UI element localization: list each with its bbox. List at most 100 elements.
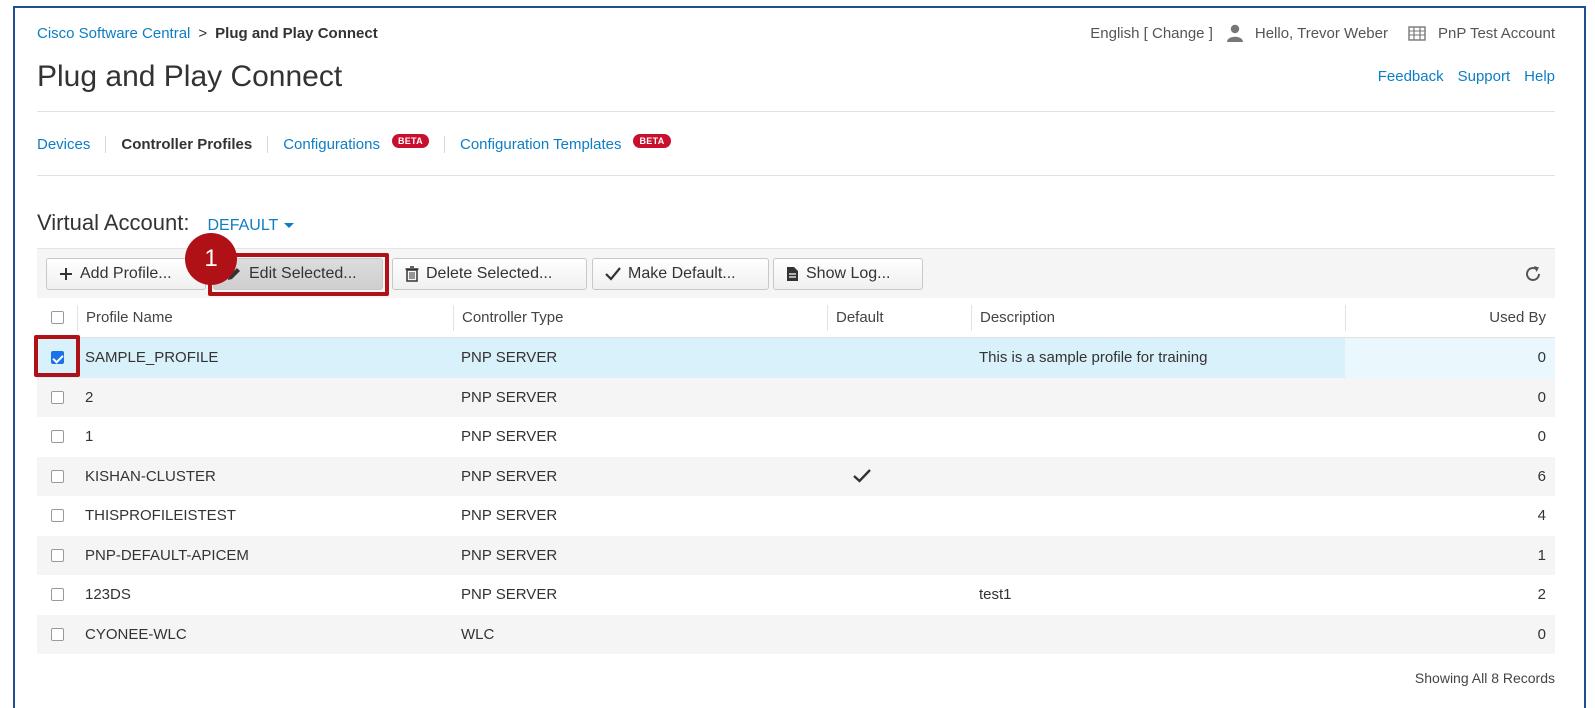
virtual-account: Virtual Account: DEFAULT	[37, 210, 295, 236]
tab-configurations[interactable]: Configurations BETA	[267, 133, 444, 153]
default-cell	[827, 457, 971, 497]
description-cell: This is a sample profile for training	[979, 349, 1208, 367]
profile-name-cell: CYONEE-WLC	[85, 625, 187, 643]
records-count: Showing All 8 Records	[1414, 670, 1555, 686]
default-cell	[827, 338, 971, 378]
row-checkbox[interactable]	[50, 430, 64, 444]
support-link[interactable]: Support	[1458, 68, 1511, 85]
column-header-description[interactable]: Description	[971, 304, 1345, 331]
profile-name-cell: KISHAN-CLUSTER	[85, 467, 216, 485]
controller-type-cell: PNP SERVER	[461, 586, 558, 604]
description-cell	[971, 457, 1345, 497]
tab-label: Devices	[37, 136, 91, 153]
feedback-link[interactable]: Feedback	[1378, 68, 1444, 85]
virtual-account-dropdown[interactable]: DEFAULT	[207, 217, 295, 235]
table-header: Profile Name Controller Type Default Des…	[37, 298, 1555, 338]
delete-selected-button[interactable]: Delete Selected...	[392, 258, 587, 290]
description-cell	[971, 615, 1345, 655]
tabs-divider	[37, 175, 1555, 176]
description-cell	[971, 378, 1345, 418]
table-row[interactable]: 1 PNP SERVER 0	[37, 417, 1555, 457]
default-cell	[827, 615, 971, 655]
default-cell	[827, 417, 971, 457]
user-greeting[interactable]: Hello, Trevor Weber	[1255, 25, 1388, 42]
table-body: SAMPLE_PROFILE PNP SERVER This is a samp…	[37, 338, 1555, 654]
controller-type-cell: PNP SERVER	[461, 388, 558, 406]
row-checkbox[interactable]	[50, 390, 64, 404]
add-profile-label: Add Profile...	[80, 265, 172, 282]
tab-label: Controller Profiles	[121, 136, 253, 153]
make-default-label: Make Default...	[628, 265, 736, 282]
make-default-button[interactable]: Make Default...	[592, 258, 769, 290]
checkbox-highlight-box	[34, 335, 80, 377]
add-profile-button[interactable]: Add Profile...	[46, 258, 206, 290]
profile-name-cell: 123DS	[85, 586, 131, 604]
show-log-label: Show Log...	[806, 265, 891, 282]
table-row[interactable]: 2 PNP SERVER 0	[37, 377, 1555, 418]
table-row[interactable]: KISHAN-CLUSTER PNP SERVER 6	[37, 456, 1555, 497]
refresh-icon[interactable]	[1523, 264, 1543, 284]
breadcrumb-separator: >	[198, 25, 208, 42]
beta-badge: BETA	[391, 133, 429, 148]
virtual-account-label: Virtual Account:	[37, 210, 190, 235]
description-cell	[971, 536, 1345, 576]
tab-configuration-templates[interactable]: Configuration Templates BETA	[444, 133, 686, 153]
select-all-checkbox[interactable]	[50, 311, 64, 324]
delete-selected-label: Delete Selected...	[426, 265, 553, 282]
description-cell	[971, 417, 1345, 457]
row-checkbox[interactable]	[50, 548, 64, 562]
check-icon	[605, 267, 621, 281]
page-title: Plug and Play Connect	[37, 60, 343, 93]
table-row[interactable]: 123DS PNP SERVER test1 2	[37, 575, 1555, 615]
account-name[interactable]: PnP Test Account	[1438, 25, 1555, 42]
trash-icon	[405, 266, 419, 282]
default-cell	[827, 496, 971, 536]
used-by-cell: 4	[1537, 507, 1546, 525]
used-by-cell: 6	[1537, 467, 1546, 485]
column-header-used-by[interactable]: Used By	[1345, 304, 1555, 331]
tab-bar: Devices Controller Profiles Configuratio…	[37, 133, 686, 153]
tab-controller-profiles[interactable]: Controller Profiles	[105, 136, 267, 153]
tab-label: Configuration Templates	[460, 136, 622, 153]
show-log-button[interactable]: Show Log...	[773, 258, 923, 290]
caret-down-icon	[284, 222, 295, 228]
row-select-cell	[37, 575, 77, 615]
default-cell	[827, 575, 971, 615]
toolbar: Add Profile... Edit Selected... Delete S…	[37, 248, 1555, 298]
column-header-profile-name[interactable]: Profile Name	[77, 304, 453, 331]
table-row[interactable]: SAMPLE_PROFILE PNP SERVER This is a samp…	[37, 338, 1555, 378]
table-row[interactable]: THISPROFILEISTEST PNP SERVER 4	[37, 496, 1555, 536]
row-checkbox[interactable]	[50, 588, 64, 602]
row-checkbox[interactable]	[50, 627, 64, 641]
help-links: Feedback Support Help	[1378, 68, 1555, 85]
column-header-controller-type[interactable]: Controller Type	[453, 304, 827, 331]
column-header-default[interactable]: Default	[827, 304, 971, 331]
table-row[interactable]: CYONEE-WLC WLC 0	[37, 614, 1555, 655]
profile-name-cell: 1	[85, 428, 94, 446]
app-frame: Cisco Software Central > Plug and Play C…	[13, 6, 1586, 708]
table-row[interactable]: PNP-DEFAULT-APICEM PNP SERVER 1	[37, 535, 1555, 576]
row-checkbox[interactable]	[50, 469, 64, 483]
beta-badge: BETA	[633, 133, 671, 148]
controller-type-cell: PNP SERVER	[461, 428, 558, 446]
help-link[interactable]: Help	[1524, 68, 1555, 85]
controller-type-cell: PNP SERVER	[461, 349, 558, 367]
row-checkbox[interactable]	[50, 509, 64, 523]
row-select-cell	[37, 457, 77, 497]
controller-type-cell: PNP SERVER	[461, 467, 558, 485]
row-select-cell	[37, 615, 77, 655]
default-cell	[827, 536, 971, 576]
default-cell	[827, 378, 971, 418]
building-icon	[1408, 25, 1426, 41]
default-check-icon	[853, 469, 871, 483]
row-select-cell	[37, 417, 77, 457]
step-callout: 1	[185, 233, 237, 285]
language-selector[interactable]: English [ Change ]	[1090, 25, 1213, 42]
tab-devices[interactable]: Devices	[37, 136, 105, 153]
breadcrumb-cisco-software-central[interactable]: Cisco Software Central	[37, 25, 190, 42]
description-cell	[971, 496, 1345, 536]
row-select-cell	[37, 378, 77, 418]
breadcrumb-current: Plug and Play Connect	[215, 25, 378, 42]
profile-name-cell: PNP-DEFAULT-APICEM	[85, 546, 249, 564]
user-bar: English [ Change ] Hello, Trevor Weber P…	[1090, 24, 1555, 42]
